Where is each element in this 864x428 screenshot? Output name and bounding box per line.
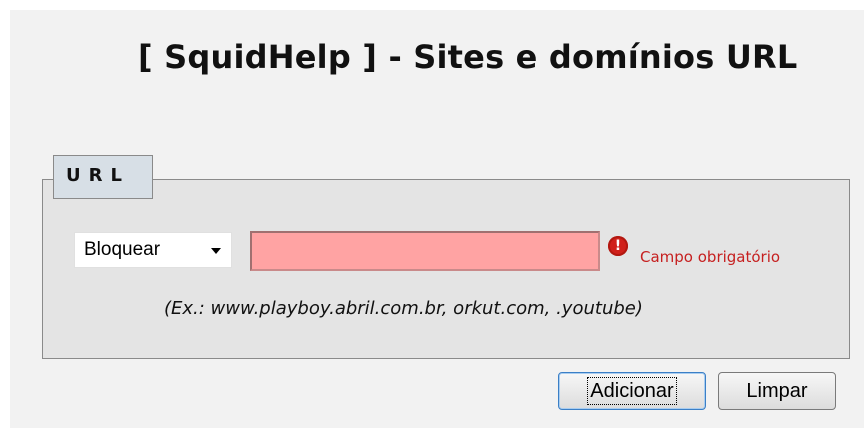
add-button-label: Adicionar [587, 377, 677, 405]
page-title: [ SquidHelp ] - Sites e domínios URL [138, 38, 798, 76]
chevron-down-icon [211, 248, 221, 254]
action-select-value: Bloquear [84, 239, 161, 260]
fieldset-legend: URL [53, 155, 153, 199]
example-hint: (Ex.: www.playboy.abril.com.br, orkut.co… [164, 298, 643, 319]
exclamation-circle-icon: ! [608, 236, 628, 256]
add-button[interactable]: Adicionar [558, 372, 706, 410]
url-input[interactable] [250, 231, 600, 271]
error-message: Campo obrigatório [640, 248, 781, 266]
clear-button[interactable]: Limpar [718, 372, 836, 410]
action-select[interactable]: Bloquear [74, 232, 232, 268]
